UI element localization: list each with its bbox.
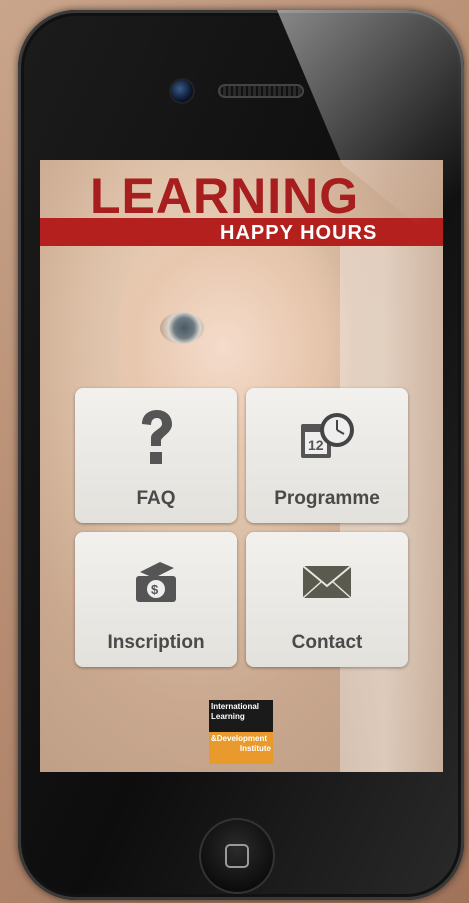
contact-label: Contact: [291, 632, 363, 653]
logo-line-4: Institute: [239, 744, 271, 753]
home-button[interactable]: [199, 818, 275, 894]
contact-button[interactable]: Contact: [246, 532, 408, 667]
faq-button[interactable]: FAQ: [75, 388, 237, 523]
faq-label: FAQ: [136, 488, 176, 509]
inscription-label: Inscription: [107, 632, 205, 653]
app-subtitle: HAPPY HOURS: [220, 222, 378, 244]
calendar-clock-icon: 12: [246, 408, 408, 468]
app-screen: LEARNING HAPPY HOURS FAQ 12 Programme $ …: [40, 160, 443, 772]
svg-text:12: 12: [308, 437, 324, 453]
app-title: LEARNING: [90, 168, 360, 224]
svg-text:$: $: [151, 582, 159, 597]
front-camera: [171, 80, 193, 102]
home-icon: [225, 844, 249, 868]
background-eye: [160, 312, 204, 344]
logo-line-2: Learning: [211, 712, 245, 721]
money-wallet-icon: $: [75, 552, 237, 612]
envelope-icon: [246, 552, 408, 612]
programme-label: Programme: [274, 488, 380, 509]
phone-frame: LEARNING HAPPY HOURS FAQ 12 Programme $ …: [18, 10, 464, 900]
logo-line-3: &Development: [211, 734, 268, 743]
programme-button[interactable]: 12 Programme: [246, 388, 408, 523]
inscription-button[interactable]: $ Inscription: [75, 532, 237, 667]
question-mark-icon: [75, 408, 237, 468]
earpiece-speaker: [218, 84, 304, 98]
institute-logo: International Learning &Development Inst…: [209, 700, 273, 764]
logo-line-1: International: [211, 702, 260, 711]
